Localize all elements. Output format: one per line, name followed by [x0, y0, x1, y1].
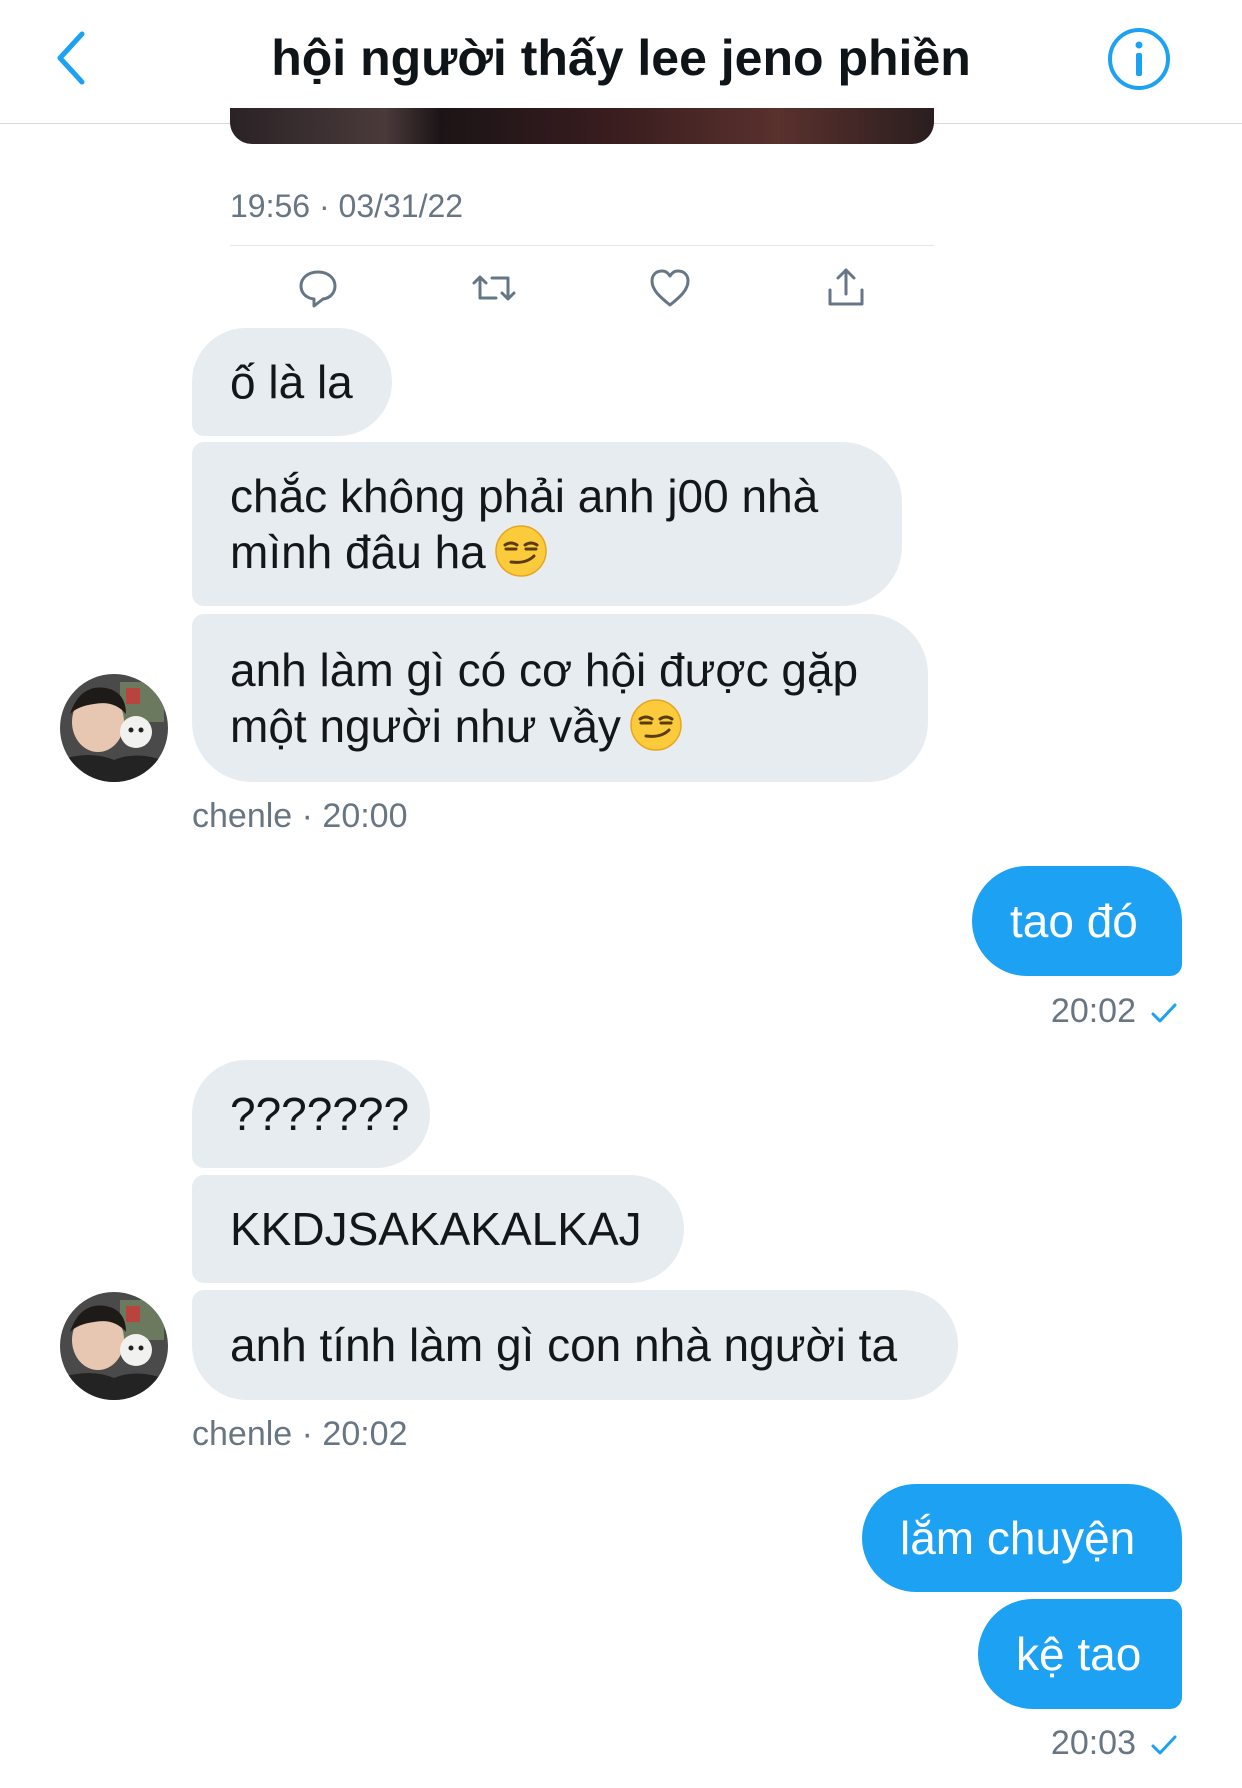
- message-text: tao đó: [1010, 895, 1138, 947]
- tweet-divider: [230, 245, 934, 246]
- avatar[interactable]: [60, 1292, 168, 1400]
- share-icon[interactable]: [822, 264, 870, 312]
- smirking-face-emoji-icon: [495, 525, 547, 577]
- tweet-media-image[interactable]: [230, 108, 934, 144]
- smirking-face-emoji-icon: [630, 699, 682, 751]
- message-text: lắm chuyện: [900, 1512, 1136, 1564]
- message-text: kệ tao: [1016, 1628, 1142, 1680]
- message-meta: 20:02: [1051, 990, 1178, 1032]
- message-time: 20:02: [1050, 992, 1136, 1030]
- message-meta: chenle · 20:00: [192, 797, 408, 835]
- conversation-title: hội người thấy lee jeno phiền: [271, 30, 971, 86]
- incoming-message-bubble[interactable]: ố là la: [192, 328, 392, 436]
- sent-check-icon: [1151, 1735, 1177, 1755]
- message-text: ???????: [230, 1088, 410, 1140]
- avatar[interactable]: [60, 674, 168, 782]
- message-meta: 20:03: [1051, 1722, 1178, 1764]
- message-text-line: mình đâu ha: [230, 526, 486, 578]
- outgoing-message-bubble[interactable]: lắm chuyện: [862, 1484, 1182, 1592]
- message-time: 20:03: [1050, 1724, 1136, 1762]
- incoming-message-bubble[interactable]: ???????: [192, 1060, 430, 1168]
- message-text: KKDJSAKAKALKAJ: [230, 1203, 642, 1255]
- tweet-timestamp: 19:56 · 03/31/22: [230, 188, 464, 224]
- message-text-line: chắc không phải anh j00 nhà: [230, 470, 819, 522]
- back-chevron-icon[interactable]: [52, 28, 92, 88]
- retweet-icon[interactable]: [470, 264, 518, 312]
- incoming-message-bubble[interactable]: anh làm gì có cơ hội được gặp một người …: [192, 614, 928, 782]
- reply-icon[interactable]: [294, 264, 342, 312]
- incoming-message-bubble[interactable]: anh tính làm gì con nhà người ta: [192, 1290, 958, 1400]
- info-icon[interactable]: [1106, 26, 1172, 92]
- incoming-message-bubble[interactable]: KKDJSAKAKALKAJ: [192, 1175, 684, 1283]
- outgoing-message-bubble[interactable]: tao đó: [972, 866, 1182, 976]
- message-text-line: anh làm gì có cơ hội được gặp: [230, 644, 859, 696]
- sent-check-icon: [1151, 1003, 1177, 1023]
- message-meta: chenle · 20:02: [192, 1415, 408, 1453]
- message-text: ố là la: [230, 356, 353, 408]
- like-icon[interactable]: [646, 264, 694, 312]
- message-text-line: một người như vầy: [230, 700, 621, 752]
- outgoing-message-bubble[interactable]: kệ tao: [978, 1599, 1182, 1709]
- conversation-header: hội người thấy lee jeno phiền: [0, 0, 1242, 124]
- message-text: anh tính làm gì con nhà người ta: [230, 1319, 898, 1371]
- incoming-message-bubble[interactable]: chắc không phải anh j00 nhà mình đâu ha: [192, 442, 902, 606]
